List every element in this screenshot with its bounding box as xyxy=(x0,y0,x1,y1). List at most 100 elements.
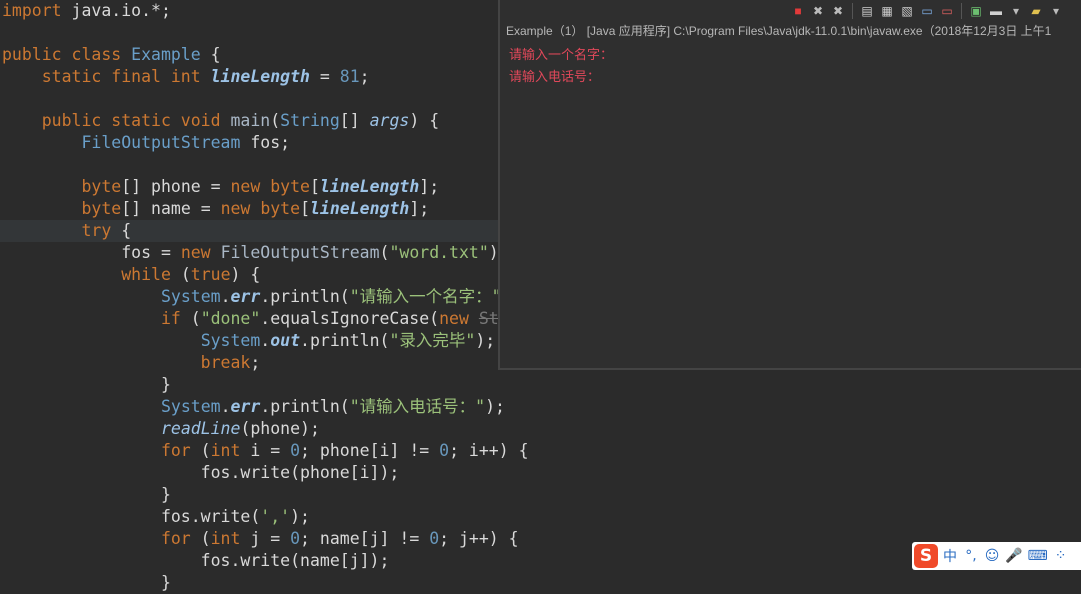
code-token: ; i++) { xyxy=(449,441,529,460)
code-token: .println( xyxy=(260,397,350,416)
code-line[interactable]: static final int lineLength = 81; xyxy=(2,66,370,88)
code-token: ( xyxy=(379,243,390,262)
code-token: { xyxy=(200,45,221,64)
code-token: java.io.*; xyxy=(61,1,171,20)
code-token: FileOutputStream xyxy=(220,243,380,262)
code-line[interactable]: byte[] name = new byte[lineLength]; xyxy=(2,198,429,220)
code-token: System xyxy=(160,287,221,306)
code-token: new xyxy=(180,243,221,262)
ime-emoji-icon[interactable]: ☺ xyxy=(984,548,1000,564)
code-token: "请输入一个名字：" xyxy=(349,287,502,306)
code-token: new xyxy=(439,309,479,328)
ime-punctuation-icon[interactable]: °, xyxy=(963,548,979,564)
code-token: [ xyxy=(310,177,320,196)
display-console-icon[interactable]: ▬ xyxy=(987,2,1005,20)
code-token: new xyxy=(230,177,271,196)
code-line[interactable]: public class Example { xyxy=(2,44,221,66)
code-line[interactable]: break; xyxy=(2,352,261,374)
code-token: if xyxy=(2,309,181,328)
code-token: public class xyxy=(2,45,132,64)
code-token: args xyxy=(369,111,410,130)
toolbar-separator xyxy=(961,3,962,19)
ime-keyboard-icon[interactable]: ⌨ xyxy=(1027,548,1047,564)
code-token: (phone); xyxy=(240,419,320,438)
code-line[interactable]: for (int j = 0; name[j] != 0; j++) { xyxy=(2,528,519,550)
code-token: FileOutputStream xyxy=(81,133,241,152)
code-line[interactable]: fos.write(phone[i]); xyxy=(2,462,400,484)
code-token: } xyxy=(2,573,171,592)
code-token: [] phone = xyxy=(121,177,231,196)
remove-launch-icon[interactable]: ✖ xyxy=(809,2,827,20)
code-token: ; xyxy=(359,67,370,86)
code-token: ( xyxy=(270,111,281,130)
ime-mode-chinese[interactable]: 中 xyxy=(942,546,958,566)
code-token: int xyxy=(210,441,241,460)
show-stdout-icon[interactable]: ▭ xyxy=(918,2,936,20)
code-line[interactable]: public static void main(String[] args) { xyxy=(2,110,439,132)
code-token: ) { xyxy=(409,111,440,130)
code-token: lineLength xyxy=(310,199,410,218)
code-token: "word.txt" xyxy=(389,243,489,262)
ime-toolbar[interactable]: S 中 °, ☺ 🎤 ⌨ ⁘ xyxy=(912,542,1081,570)
code-token: static final int xyxy=(2,67,211,86)
console-toolbar: ■ ✖ ✖ ▤ ▦ ▧ ▭ ▭ ▣ ▬ ▾ ▰ ▾ xyxy=(787,0,1081,22)
code-token: ',' xyxy=(260,507,291,526)
ime-skin-icon[interactable]: ⁘ xyxy=(1053,548,1069,564)
ime-voice-icon[interactable]: 🎤 xyxy=(1005,548,1022,564)
clear-console-icon[interactable]: ▧ xyxy=(898,2,916,20)
code-token: byte xyxy=(2,199,122,218)
code-line[interactable]: for (int i = 0; phone[i] != 0; i++) { xyxy=(2,440,529,462)
console-output-line: 请输入一个名字： xyxy=(509,48,614,63)
code-token: err xyxy=(230,287,261,306)
code-line[interactable]: while (true) { xyxy=(2,264,260,286)
code-token: j = xyxy=(240,529,291,548)
show-stderr-icon[interactable]: ▭ xyxy=(938,2,956,20)
code-line[interactable]: System.err.println("请输入电话号："); xyxy=(2,396,505,418)
scroll-lock-icon[interactable]: ▤ xyxy=(858,2,876,20)
code-token: [] name = xyxy=(121,199,221,218)
open-console-dropdown-icon[interactable]: ▾ xyxy=(1047,2,1065,20)
code-line[interactable]: } xyxy=(2,374,171,396)
code-token: ( xyxy=(190,529,211,548)
code-line[interactable]: byte[] phone = new byte[lineLength]; xyxy=(2,176,439,198)
code-token: "done" xyxy=(200,309,261,328)
code-line[interactable]: import java.io.*; xyxy=(2,0,171,22)
code-token: i = xyxy=(240,441,291,460)
code-line[interactable]: if ("done".equalsIgnoreCase(new St xyxy=(2,308,499,330)
display-console-dropdown-icon[interactable]: ▾ xyxy=(1007,2,1025,20)
word-wrap-icon[interactable]: ▦ xyxy=(878,2,896,20)
code-token: 0 xyxy=(429,529,440,548)
code-token: public static void xyxy=(2,111,231,130)
code-token: byte xyxy=(2,177,122,196)
sogou-logo-icon[interactable]: S xyxy=(914,544,938,568)
code-line[interactable]: } xyxy=(2,484,171,506)
open-console-icon[interactable]: ▰ xyxy=(1027,2,1045,20)
code-token: import xyxy=(2,1,62,20)
code-token: "录入完毕" xyxy=(389,331,476,350)
code-token: ; phone[i] != xyxy=(300,441,440,460)
code-line[interactable]: fos.write(','); xyxy=(2,506,310,528)
code-line[interactable]: fos.write(name[j]); xyxy=(2,550,390,572)
code-line[interactable]: System.err.println("请输入一个名字：") xyxy=(2,286,512,308)
code-token: } xyxy=(2,375,171,394)
terminate-icon[interactable]: ■ xyxy=(789,2,807,20)
code-token: true xyxy=(190,265,231,284)
code-token: System xyxy=(200,331,261,350)
code-line[interactable]: FileOutputStream fos; xyxy=(2,132,290,154)
console-view[interactable]: ■ ✖ ✖ ▤ ▦ ▧ ▭ ▭ ▣ ▬ ▾ ▰ ▾ Example（1） [Java 应用程序] C:\… xyxy=(498,0,1081,370)
remove-all-icon[interactable]: ✖ xyxy=(829,2,847,20)
pin-console-icon[interactable]: ▣ xyxy=(967,2,985,20)
code-token: String xyxy=(280,111,340,130)
code-line[interactable]: try { xyxy=(2,220,131,242)
code-token: } xyxy=(2,485,171,504)
code-token: fos.write( xyxy=(2,507,261,526)
code-line[interactable]: fos = new FileOutputStream("word.txt") xyxy=(2,242,499,264)
code-token: byte xyxy=(270,177,310,196)
code-token: 0 xyxy=(439,441,450,460)
code-line[interactable]: System.out.println("录入完毕"); xyxy=(2,330,496,352)
code-line[interactable]: readLine(phone); xyxy=(2,418,320,440)
code-line[interactable]: } xyxy=(2,572,171,594)
code-token: main xyxy=(230,111,271,130)
